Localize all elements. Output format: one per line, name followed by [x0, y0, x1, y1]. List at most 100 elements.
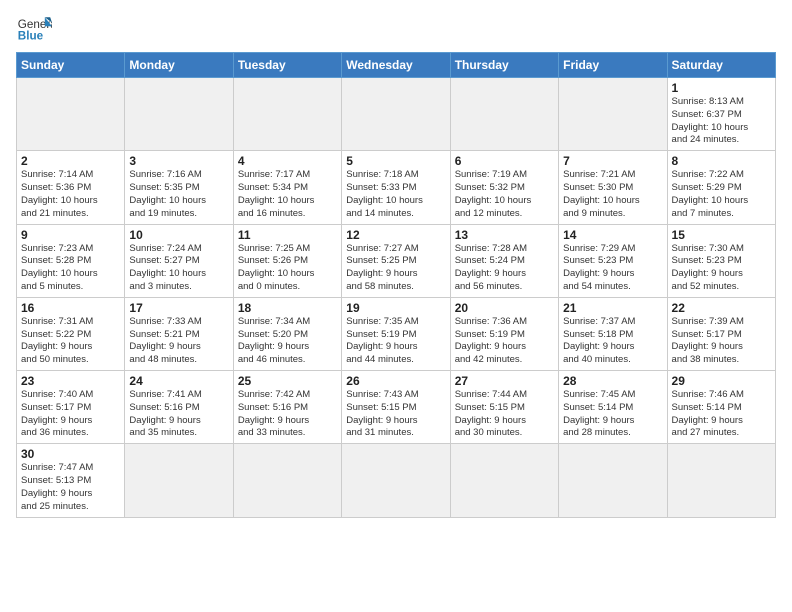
day-number: 3 [129, 154, 228, 168]
day-number: 1 [672, 81, 771, 95]
calendar-cell: 14Sunrise: 7:29 AM Sunset: 5:23 PM Dayli… [559, 224, 667, 297]
day-sun-info: Sunrise: 7:18 AM Sunset: 5:33 PM Dayligh… [346, 169, 445, 220]
day-number: 22 [672, 301, 771, 315]
calendar-week-row: 30Sunrise: 7:47 AM Sunset: 5:13 PM Dayli… [17, 444, 776, 517]
day-number: 17 [129, 301, 228, 315]
day-sun-info: Sunrise: 7:33 AM Sunset: 5:21 PM Dayligh… [129, 316, 228, 367]
calendar-cell: 19Sunrise: 7:35 AM Sunset: 5:19 PM Dayli… [342, 297, 450, 370]
weekday-header-thursday: Thursday [450, 53, 558, 78]
day-number: 14 [563, 228, 662, 242]
weekday-header-saturday: Saturday [667, 53, 775, 78]
calendar-cell: 8Sunrise: 7:22 AM Sunset: 5:29 PM Daylig… [667, 151, 775, 224]
day-sun-info: Sunrise: 7:23 AM Sunset: 5:28 PM Dayligh… [21, 243, 120, 294]
day-sun-info: Sunrise: 7:27 AM Sunset: 5:25 PM Dayligh… [346, 243, 445, 294]
day-number: 30 [21, 447, 120, 461]
day-number: 28 [563, 374, 662, 388]
day-sun-info: Sunrise: 7:22 AM Sunset: 5:29 PM Dayligh… [672, 169, 771, 220]
day-number: 15 [672, 228, 771, 242]
calendar-week-row: 16Sunrise: 7:31 AM Sunset: 5:22 PM Dayli… [17, 297, 776, 370]
day-sun-info: Sunrise: 7:45 AM Sunset: 5:14 PM Dayligh… [563, 389, 662, 440]
logo: General Blue [16, 10, 52, 46]
calendar-cell [559, 78, 667, 151]
calendar-cell: 6Sunrise: 7:19 AM Sunset: 5:32 PM Daylig… [450, 151, 558, 224]
day-number: 5 [346, 154, 445, 168]
day-sun-info: Sunrise: 7:31 AM Sunset: 5:22 PM Dayligh… [21, 316, 120, 367]
day-sun-info: Sunrise: 7:17 AM Sunset: 5:34 PM Dayligh… [238, 169, 337, 220]
calendar-week-row: 9Sunrise: 7:23 AM Sunset: 5:28 PM Daylig… [17, 224, 776, 297]
calendar-cell: 11Sunrise: 7:25 AM Sunset: 5:26 PM Dayli… [233, 224, 341, 297]
calendar-week-row: 23Sunrise: 7:40 AM Sunset: 5:17 PM Dayli… [17, 371, 776, 444]
weekday-row: SundayMondayTuesdayWednesdayThursdayFrid… [17, 53, 776, 78]
day-number: 16 [21, 301, 120, 315]
day-sun-info: Sunrise: 7:43 AM Sunset: 5:15 PM Dayligh… [346, 389, 445, 440]
calendar-cell: 30Sunrise: 7:47 AM Sunset: 5:13 PM Dayli… [17, 444, 125, 517]
calendar-cell: 24Sunrise: 7:41 AM Sunset: 5:16 PM Dayli… [125, 371, 233, 444]
day-sun-info: Sunrise: 7:41 AM Sunset: 5:16 PM Dayligh… [129, 389, 228, 440]
calendar-header: General Blue [16, 10, 776, 46]
day-number: 6 [455, 154, 554, 168]
day-number: 11 [238, 228, 337, 242]
calendar-cell: 26Sunrise: 7:43 AM Sunset: 5:15 PM Dayli… [342, 371, 450, 444]
day-sun-info: Sunrise: 7:40 AM Sunset: 5:17 PM Dayligh… [21, 389, 120, 440]
calendar-cell: 9Sunrise: 7:23 AM Sunset: 5:28 PM Daylig… [17, 224, 125, 297]
svg-text:Blue: Blue [18, 30, 44, 43]
weekday-header-friday: Friday [559, 53, 667, 78]
calendar-cell [450, 444, 558, 517]
day-sun-info: Sunrise: 7:16 AM Sunset: 5:35 PM Dayligh… [129, 169, 228, 220]
generalblue-logo-icon: General Blue [16, 10, 52, 46]
calendar-cell: 3Sunrise: 7:16 AM Sunset: 5:35 PM Daylig… [125, 151, 233, 224]
day-sun-info: Sunrise: 8:13 AM Sunset: 6:37 PM Dayligh… [672, 96, 771, 147]
weekday-header-sunday: Sunday [17, 53, 125, 78]
day-number: 25 [238, 374, 337, 388]
calendar-cell [125, 444, 233, 517]
calendar-week-row: 2Sunrise: 7:14 AM Sunset: 5:36 PM Daylig… [17, 151, 776, 224]
calendar-cell [450, 78, 558, 151]
calendar-cell: 16Sunrise: 7:31 AM Sunset: 5:22 PM Dayli… [17, 297, 125, 370]
day-sun-info: Sunrise: 7:39 AM Sunset: 5:17 PM Dayligh… [672, 316, 771, 367]
day-number: 13 [455, 228, 554, 242]
calendar-cell [233, 444, 341, 517]
day-sun-info: Sunrise: 7:34 AM Sunset: 5:20 PM Dayligh… [238, 316, 337, 367]
day-number: 18 [238, 301, 337, 315]
calendar-cell: 18Sunrise: 7:34 AM Sunset: 5:20 PM Dayli… [233, 297, 341, 370]
calendar-cell [667, 444, 775, 517]
day-sun-info: Sunrise: 7:46 AM Sunset: 5:14 PM Dayligh… [672, 389, 771, 440]
calendar-cell: 1Sunrise: 8:13 AM Sunset: 6:37 PM Daylig… [667, 78, 775, 151]
day-number: 9 [21, 228, 120, 242]
calendar-page: General Blue SundayMondayTuesdayWednesda… [0, 0, 792, 528]
calendar-header-row: SundayMondayTuesdayWednesdayThursdayFrid… [17, 53, 776, 78]
day-number: 12 [346, 228, 445, 242]
calendar-cell [233, 78, 341, 151]
calendar-cell [17, 78, 125, 151]
day-number: 2 [21, 154, 120, 168]
calendar-cell: 22Sunrise: 7:39 AM Sunset: 5:17 PM Dayli… [667, 297, 775, 370]
calendar-cell [342, 444, 450, 517]
weekday-header-tuesday: Tuesday [233, 53, 341, 78]
calendar-cell: 20Sunrise: 7:36 AM Sunset: 5:19 PM Dayli… [450, 297, 558, 370]
calendar-cell: 17Sunrise: 7:33 AM Sunset: 5:21 PM Dayli… [125, 297, 233, 370]
day-number: 24 [129, 374, 228, 388]
day-number: 27 [455, 374, 554, 388]
day-sun-info: Sunrise: 7:25 AM Sunset: 5:26 PM Dayligh… [238, 243, 337, 294]
calendar-week-row: 1Sunrise: 8:13 AM Sunset: 6:37 PM Daylig… [17, 78, 776, 151]
calendar-cell: 2Sunrise: 7:14 AM Sunset: 5:36 PM Daylig… [17, 151, 125, 224]
calendar-cell: 28Sunrise: 7:45 AM Sunset: 5:14 PM Dayli… [559, 371, 667, 444]
weekday-header-wednesday: Wednesday [342, 53, 450, 78]
day-number: 7 [563, 154, 662, 168]
day-sun-info: Sunrise: 7:19 AM Sunset: 5:32 PM Dayligh… [455, 169, 554, 220]
day-sun-info: Sunrise: 7:24 AM Sunset: 5:27 PM Dayligh… [129, 243, 228, 294]
calendar-cell: 25Sunrise: 7:42 AM Sunset: 5:16 PM Dayli… [233, 371, 341, 444]
calendar-cell: 27Sunrise: 7:44 AM Sunset: 5:15 PM Dayli… [450, 371, 558, 444]
calendar-cell: 15Sunrise: 7:30 AM Sunset: 5:23 PM Dayli… [667, 224, 775, 297]
day-number: 29 [672, 374, 771, 388]
day-sun-info: Sunrise: 7:30 AM Sunset: 5:23 PM Dayligh… [672, 243, 771, 294]
calendar-cell [559, 444, 667, 517]
day-number: 23 [21, 374, 120, 388]
calendar-body: 1Sunrise: 8:13 AM Sunset: 6:37 PM Daylig… [17, 78, 776, 518]
calendar-cell: 10Sunrise: 7:24 AM Sunset: 5:27 PM Dayli… [125, 224, 233, 297]
day-sun-info: Sunrise: 7:35 AM Sunset: 5:19 PM Dayligh… [346, 316, 445, 367]
day-number: 19 [346, 301, 445, 315]
calendar-cell: 21Sunrise: 7:37 AM Sunset: 5:18 PM Dayli… [559, 297, 667, 370]
day-number: 21 [563, 301, 662, 315]
day-sun-info: Sunrise: 7:29 AM Sunset: 5:23 PM Dayligh… [563, 243, 662, 294]
